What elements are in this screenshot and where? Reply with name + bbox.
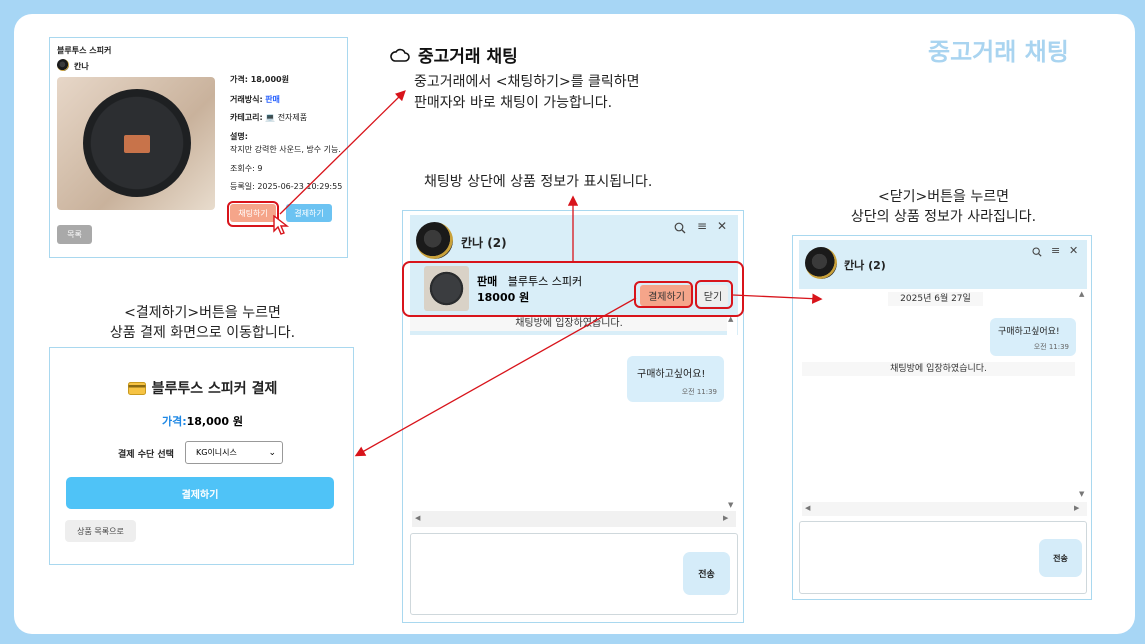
annotation-arrows	[279, 90, 823, 457]
arrow-to-section	[279, 90, 406, 215]
arrow-to-closed-chat	[732, 293, 823, 304]
arrow-to-payment	[354, 297, 637, 457]
